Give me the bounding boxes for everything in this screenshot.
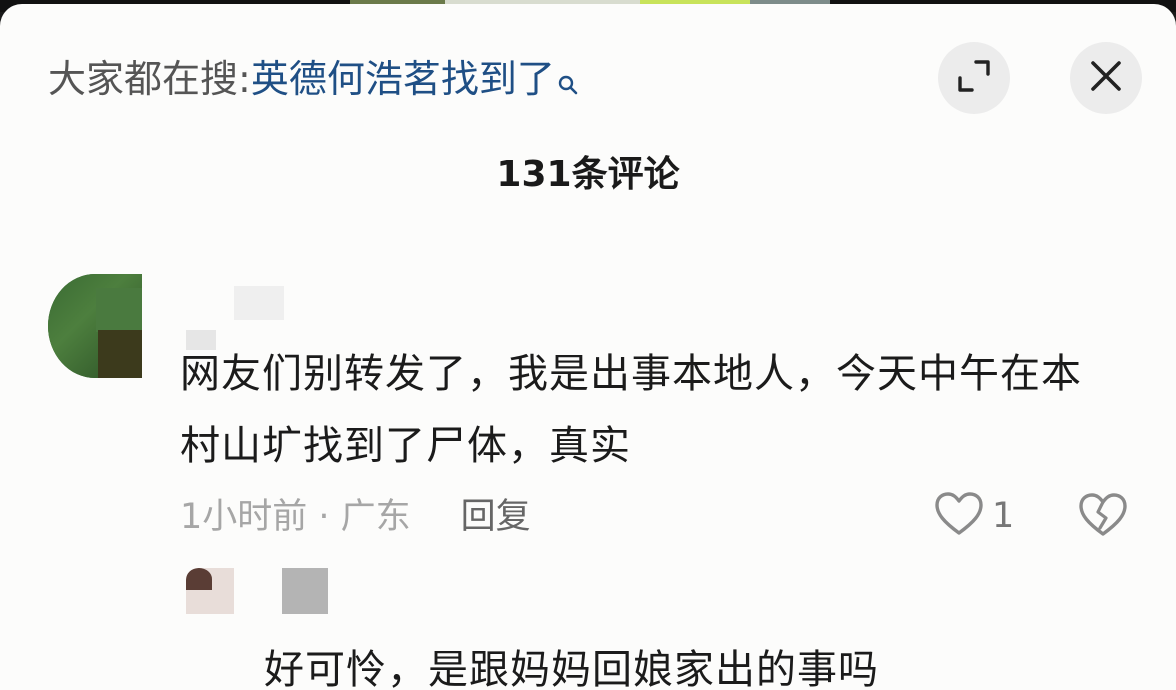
- reply-comment-text: 好可怜，是跟妈妈回娘家出的事吗: [264, 647, 879, 690]
- comment-count-title: 131条评论: [496, 154, 680, 195]
- reply-button[interactable]: 回复: [461, 497, 531, 537]
- avatar-image-fragment: [96, 288, 142, 332]
- like-count: 1: [992, 496, 1015, 536]
- comment-sheet: 大家都在搜:英德何浩茗找到了 131条评论 网友们别转发了，我是出事本地人，今天…: [0, 4, 1176, 690]
- redaction-block: [234, 286, 284, 320]
- comment-meta: 1小时前 · 广东 回复: [180, 492, 531, 542]
- comment-text: 网友们别转发了，我是出事本地人，今天中午在本村山圹找到了尸体，真实: [180, 351, 1082, 469]
- search-icon[interactable]: [557, 58, 579, 95]
- dislike-button[interactable]: [1078, 490, 1130, 542]
- avatar-image-fragment: [186, 568, 212, 590]
- expand-button[interactable]: [938, 42, 1010, 114]
- reply-avatar[interactable]: [186, 568, 234, 614]
- cut-off-text-fragment: [974, 678, 1176, 690]
- broken-heart-icon: [1078, 493, 1128, 544]
- trending-search-link[interactable]: 大家都在搜:英德何浩茗找到了: [48, 54, 579, 104]
- trending-search-prefix: 大家都在搜:: [48, 57, 251, 101]
- avatar[interactable]: [48, 274, 142, 378]
- close-button[interactable]: [1070, 42, 1142, 114]
- like-button[interactable]: 1: [934, 490, 1014, 542]
- close-icon: [1089, 59, 1123, 97]
- avatar-image-fragment: [98, 330, 142, 378]
- heart-outline-icon: [934, 491, 984, 541]
- trending-search-term[interactable]: 英德何浩茗找到了: [251, 57, 555, 101]
- expand-icon: [956, 58, 992, 98]
- comment-time-location: 1小时前 · 广东: [180, 497, 411, 537]
- username-redacted[interactable]: [186, 286, 321, 350]
- reply-username-redacted[interactable]: [282, 568, 328, 614]
